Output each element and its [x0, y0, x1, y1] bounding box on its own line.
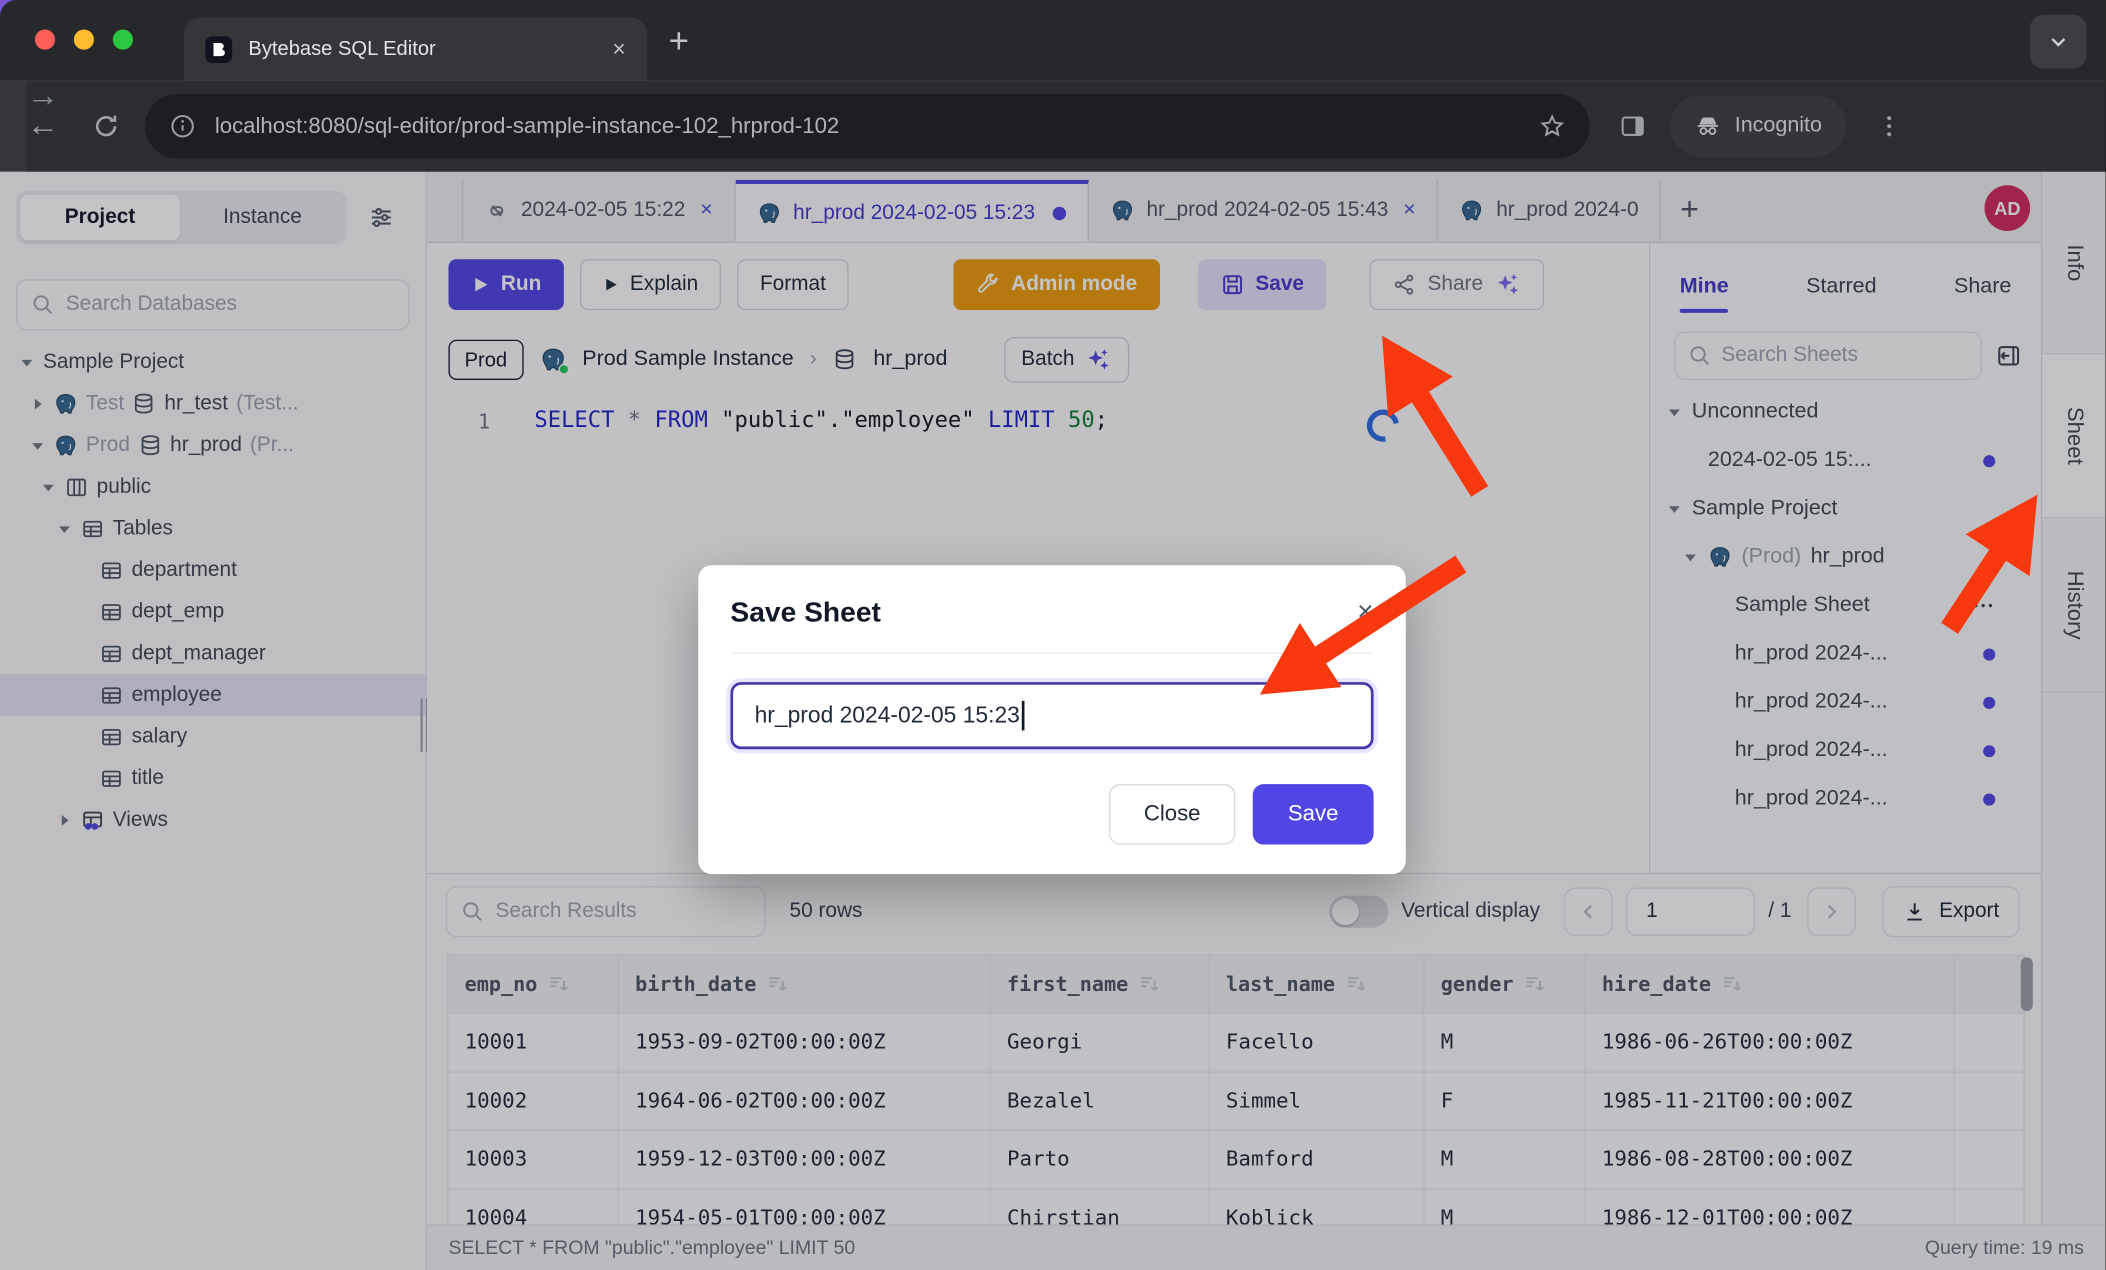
dialog-close-icon[interactable]: ×: [1357, 598, 1373, 626]
bytebase-favicon-icon: [205, 36, 232, 63]
sheet-name-value: hr_prod 2024-02-05 15:23: [755, 702, 1020, 729]
dialog-divider: [730, 653, 1373, 654]
maximize-window-button[interactable]: [113, 30, 133, 50]
text-cursor: [1021, 701, 1024, 731]
window-controls: [35, 30, 133, 50]
tab-search-button[interactable]: [2030, 15, 2086, 69]
dialog-close-button[interactable]: Close: [1109, 784, 1235, 844]
minimize-window-button[interactable]: [74, 30, 94, 50]
close-window-button[interactable]: [35, 30, 55, 50]
close-tab-icon[interactable]: ×: [612, 36, 625, 63]
browser-tab-title: Bytebase SQL Editor: [248, 38, 596, 61]
new-tab-button[interactable]: +: [669, 20, 689, 62]
browser-tab[interactable]: Bytebase SQL Editor ×: [184, 17, 647, 80]
save-sheet-dialog: Save Sheet × hr_prod 2024-02-05 15:23 Cl…: [698, 565, 1406, 874]
chevron-down-icon: [2048, 31, 2069, 52]
screen: Bytebase SQL Editor × + ← → localhost:80…: [0, 0, 2105, 1270]
forward-button[interactable]: →: [27, 81, 2105, 172]
browser-navbar: ← → localhost:8080/sql-editor/prod-sampl…: [0, 81, 2105, 172]
browser-titlebar: Bytebase SQL Editor × +: [0, 0, 2105, 81]
dialog-save-button[interactable]: Save: [1253, 784, 1374, 844]
dialog-title: Save Sheet: [730, 598, 880, 630]
sql-editor-app: ProjectInstance Search Databases Sample …: [0, 172, 2105, 1270]
sheet-name-input[interactable]: hr_prod 2024-02-05 15:23: [730, 682, 1373, 749]
